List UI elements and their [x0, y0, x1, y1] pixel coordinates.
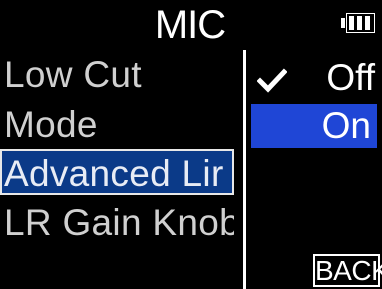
battery-body [346, 13, 375, 33]
battery-icon [341, 13, 375, 33]
option-on[interactable]: On [251, 104, 377, 148]
option-off[interactable]: Off [289, 56, 375, 100]
column-divider [243, 50, 246, 289]
menu-item-mode[interactable]: Mode [0, 102, 234, 148]
back-button[interactable]: BACK [313, 254, 382, 287]
battery-cell [349, 16, 354, 30]
page-title: MIC [154, 3, 226, 47]
battery-tip [341, 18, 345, 28]
menu-item-lr-gain-knob[interactable]: LR Gain Knob [0, 200, 234, 246]
mic-settings-screen: MIC Low Cut Mode Advanced Lir LR Gain Kn… [0, 0, 382, 289]
settings-menu: Low Cut Mode Advanced Lir LR Gain Knob [0, 52, 234, 289]
checkmark-icon [257, 68, 287, 93]
menu-item-low-cut[interactable]: Low Cut [0, 52, 234, 98]
battery-cell [365, 16, 370, 30]
menu-item-advanced-limiter[interactable]: Advanced Lir [0, 149, 234, 195]
battery-cell [357, 16, 362, 30]
